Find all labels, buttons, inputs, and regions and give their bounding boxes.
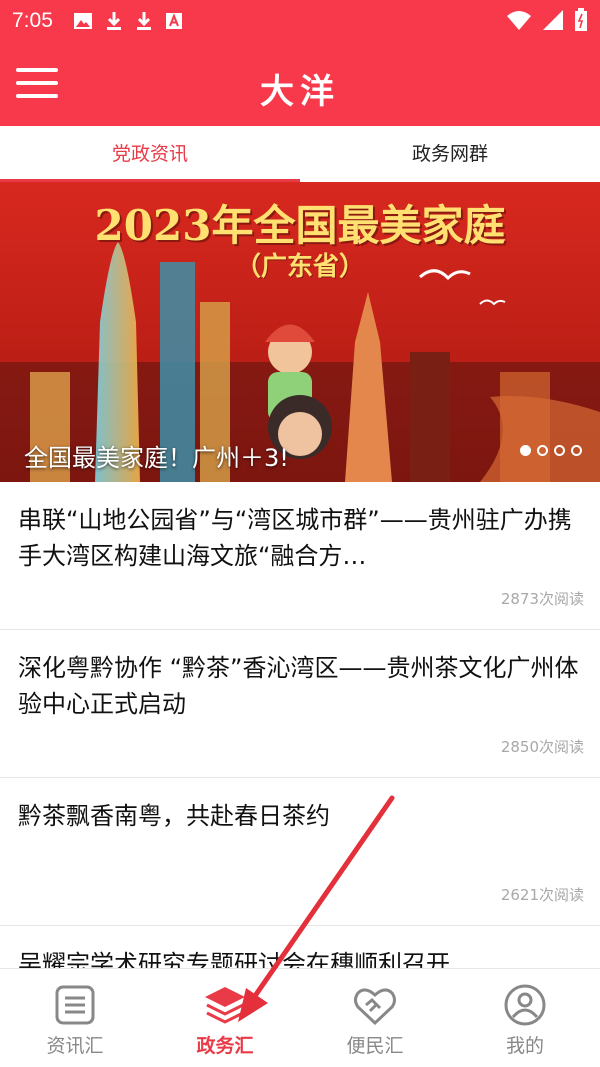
banner-image-subtitle: （广东省）	[234, 252, 365, 282]
banner-caption: 全国最美家庭！广州＋3!	[24, 444, 289, 472]
app-title: 大洋	[260, 72, 340, 112]
news-item[interactable]: 串联“山地公园省”与“湾区城市群”——贵州驻广办携手大湾区构建山海文旅“融合方……	[0, 482, 600, 630]
app-bar: 大洋	[0, 42, 600, 126]
read-count: 2850次阅读	[500, 738, 584, 756]
profile-icon	[504, 984, 546, 1026]
nav-service-label: 便民汇	[346, 1035, 404, 1057]
carousel-dot	[537, 445, 548, 456]
news-title: 黔茶飘香南粤，共赴春日茶约	[18, 802, 330, 830]
tab-bar: 党政资讯 政务网群	[0, 126, 600, 182]
nav-gov-label: 政务汇	[196, 1035, 254, 1057]
carousel-dot	[520, 445, 531, 456]
font-app-icon	[165, 13, 182, 29]
news-title: 深化粤黔协作 “黔茶”香沁湾区——贵州茶文化广州体验中心正式启动	[18, 654, 579, 718]
signal-icon	[543, 10, 563, 30]
nav-gov[interactable]: 政务汇	[150, 969, 300, 1067]
bottom-nav: 资讯汇 政务汇 便民汇 我的	[0, 968, 600, 1067]
carousel-dot	[571, 445, 582, 456]
news-title: 串联“山地公园省”与“湾区城市群”——贵州驻广办携手大湾区构建山海文旅“融合方…	[18, 506, 572, 570]
tab-gov-network[interactable]: 政务网群	[300, 126, 600, 182]
news-item[interactable]: 深化粤黔协作 “黔茶”香沁湾区——贵州茶文化广州体验中心正式启动 2850次阅读	[0, 630, 600, 778]
nav-mine-label: 我的	[505, 1035, 544, 1057]
nav-news-label: 资讯汇	[46, 1035, 104, 1057]
carousel-dot	[554, 445, 565, 456]
read-count: 2873次阅读	[500, 590, 584, 608]
news-icon	[55, 985, 95, 1025]
carousel-indicator	[520, 445, 582, 456]
nav-service[interactable]: 便民汇	[300, 969, 450, 1067]
download-icon	[136, 12, 151, 30]
layers-icon	[205, 987, 245, 1024]
news-item[interactable]: 黔茶飘香南粤，共赴春日茶约 2621次阅读	[0, 778, 600, 926]
banner-carousel[interactable]: 2023年全国最美家庭 （广东省） 全国最美家庭！广州＋3!	[0, 182, 600, 482]
wifi-icon	[507, 11, 531, 30]
battery-icon	[575, 8, 587, 31]
image-icon	[73, 13, 92, 29]
status-time: 7:05	[12, 9, 53, 32]
nav-news[interactable]: 资讯汇	[0, 969, 150, 1067]
nav-mine[interactable]: 我的	[450, 969, 600, 1067]
banner-image-title: 2023年全国最美家庭	[94, 201, 506, 250]
status-bar: 7:05	[0, 0, 600, 42]
tab-party-news[interactable]: 党政资讯	[0, 126, 300, 182]
read-count: 2621次阅读	[500, 886, 584, 904]
handshake-icon	[354, 988, 396, 1026]
download-icon	[106, 12, 121, 30]
